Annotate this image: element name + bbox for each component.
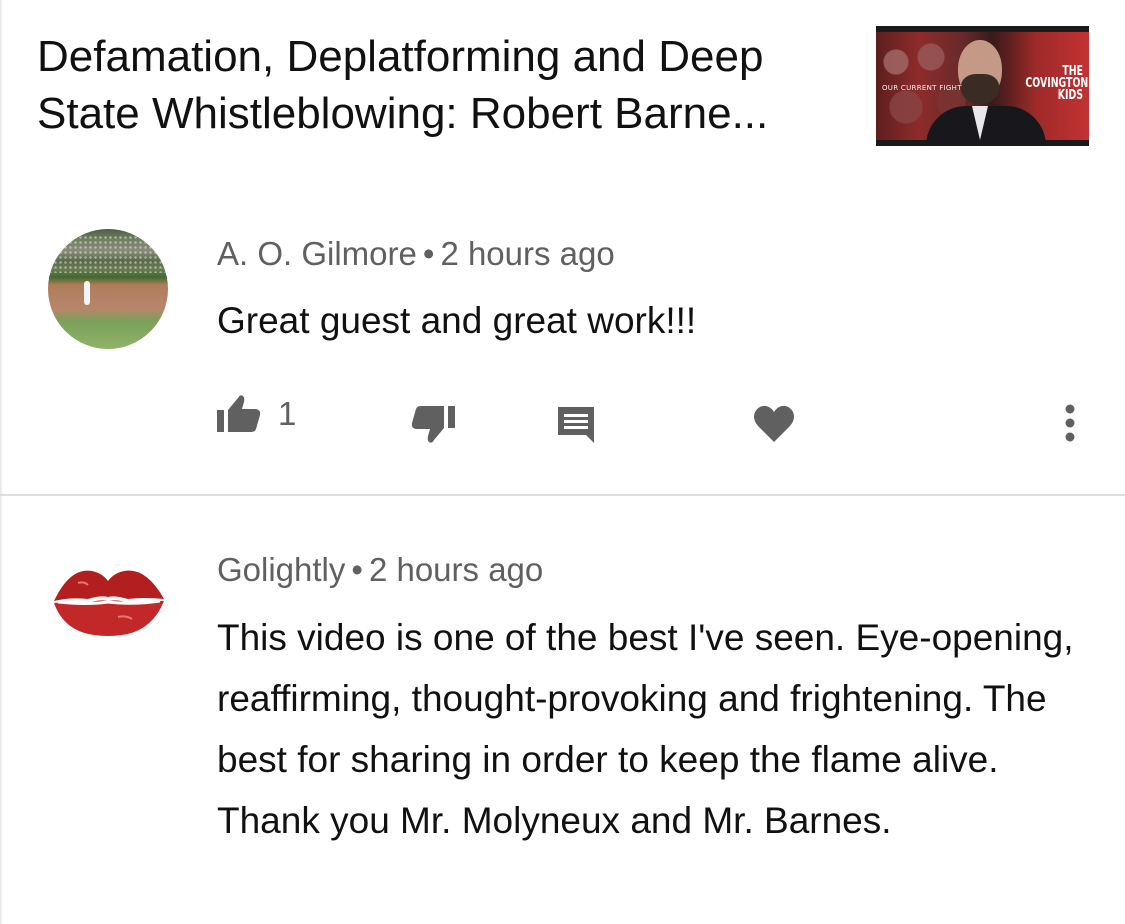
thumbnail-caption-line-3: KIDS	[1057, 88, 1083, 103]
comment-text: Great guest and great work!!!	[217, 300, 697, 341]
red-lips-icon	[54, 570, 164, 636]
video-title[interactable]: Defamation, Deplatforming and Deep State…	[37, 28, 837, 142]
heart-button[interactable]	[752, 404, 796, 444]
more-vertical-icon	[1065, 404, 1075, 442]
meta-separator: •	[351, 551, 363, 588]
meta-separator: •	[422, 235, 435, 272]
comment-meta: Golightly • 2 hours ago	[217, 550, 543, 590]
video-thumbnail[interactable]: OUR CURRENT FIGHT THE COVINGTON KIDS	[876, 26, 1089, 146]
avatar-player	[84, 281, 90, 305]
dislike-button[interactable]	[410, 404, 456, 448]
comment-divider	[0, 494, 1125, 496]
comment-meta: A. O. Gilmore • 2 hours ago	[217, 234, 615, 274]
reply-comment-icon	[558, 407, 594, 443]
thumb-up-icon	[217, 395, 261, 432]
comment-text: This video is one of the best I've seen.…	[217, 617, 1074, 841]
comments-page: Defamation, Deplatforming and Deep State…	[0, 0, 1125, 924]
avatar[interactable]	[48, 229, 168, 349]
comment-time: 2 hours ago	[440, 235, 615, 272]
thumbnail-right-caption: THE COVINGTON KIDS	[1025, 65, 1088, 103]
comment-author[interactable]: A. O. Gilmore	[217, 235, 417, 272]
avatar-crowd	[48, 235, 168, 273]
comment-time: 2 hours ago	[368, 551, 544, 588]
thumbnail-left-caption: OUR CURRENT FIGHT	[882, 84, 962, 92]
more-options-button[interactable]	[1063, 404, 1077, 444]
comment-actions: 1	[0, 392, 1125, 452]
like-button[interactable]: 1	[216, 392, 296, 436]
thumb-down-icon	[411, 406, 455, 443]
video-header[interactable]: Defamation, Deplatforming and Deep State…	[0, 0, 1125, 185]
reply-button[interactable]	[555, 404, 597, 446]
like-count: 1	[278, 395, 297, 432]
avatar[interactable]	[48, 545, 168, 665]
heart-icon	[754, 405, 794, 442]
thumbnail-person-beard	[961, 74, 999, 104]
comment-author[interactable]: Golightly	[217, 551, 345, 588]
